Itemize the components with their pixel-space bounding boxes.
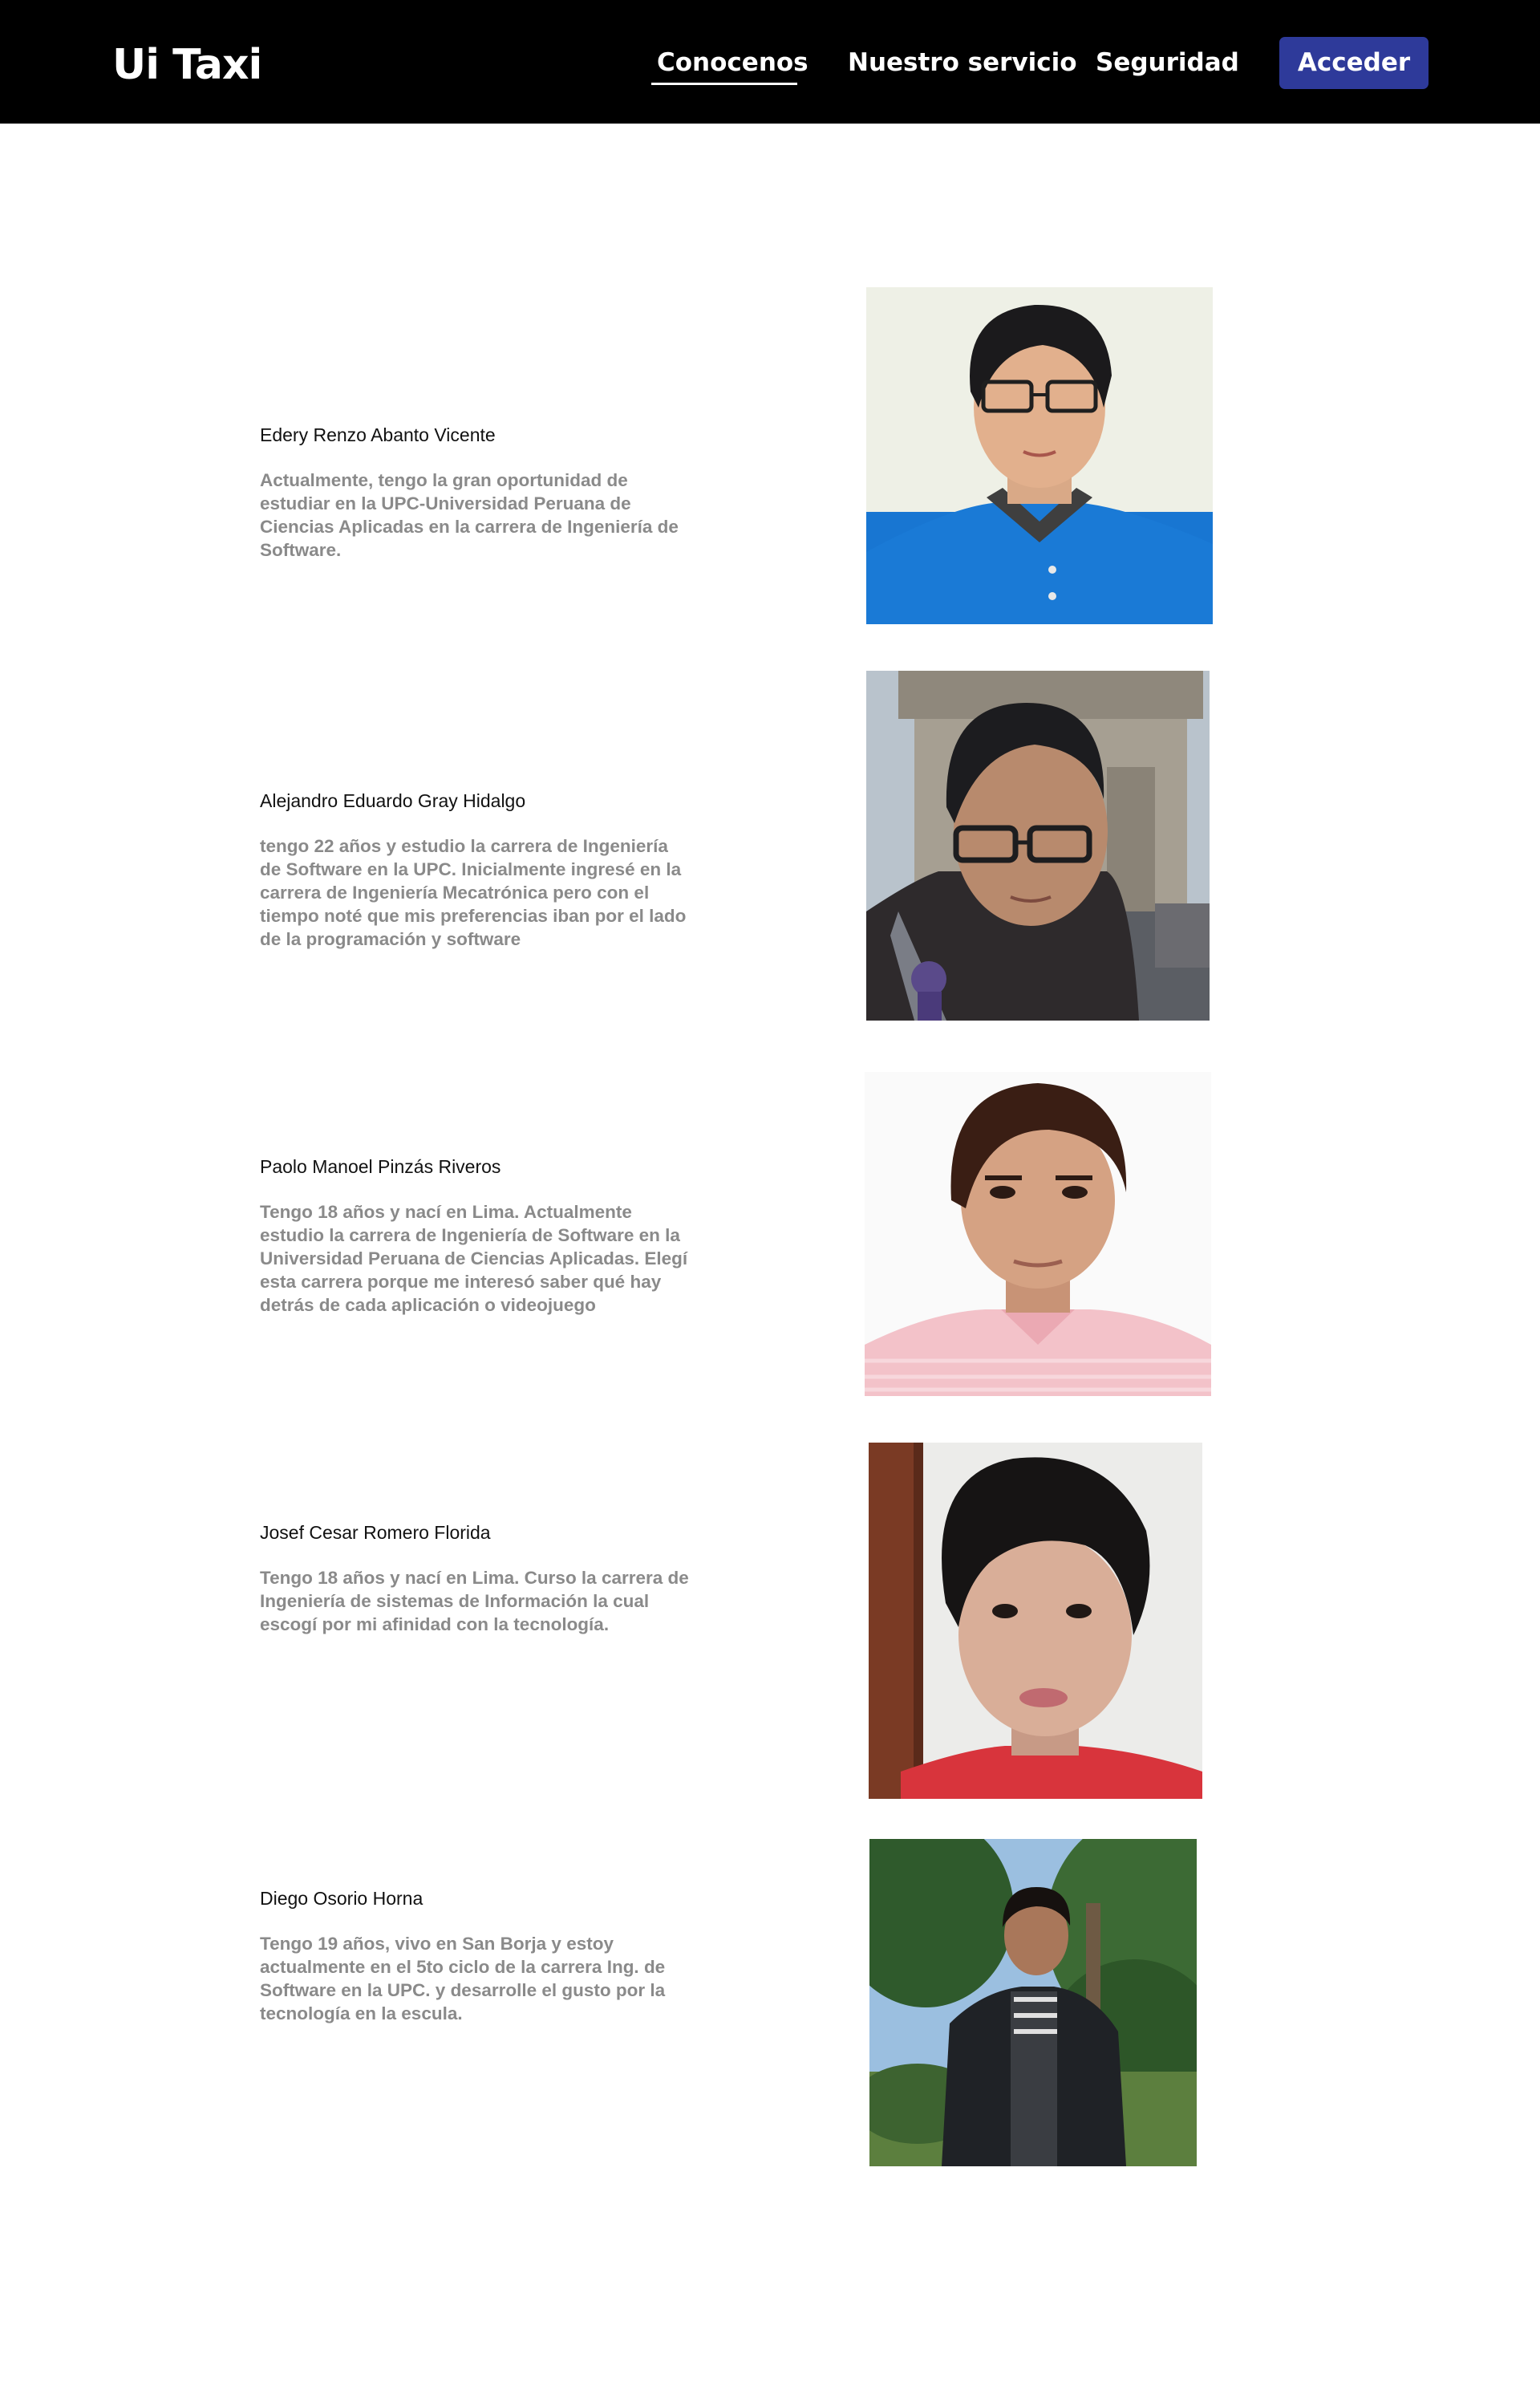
member-bio: Tengo 18 años y nací en Lima. Curso la c… (260, 1568, 689, 1634)
brand-logo-text[interactable]: Ui Taxi (112, 37, 262, 93)
member-photo (869, 1443, 1202, 1799)
top-navbar: Ui Taxi Conocenos Nuestro servicio Segur… (0, 0, 1540, 124)
member-name: Alejandro Eduardo Gray Hidalgo (260, 790, 526, 811)
member-photo (866, 671, 1210, 1021)
nav-link-nuestro-servicio[interactable]: Nuestro servicio (848, 45, 1077, 80)
active-nav-underline (651, 83, 797, 85)
member-bio: Tengo 19 años, vivo en San Borja y estoy… (260, 1934, 666, 2023)
member-photo (869, 1839, 1197, 2166)
nav-link-conocenos[interactable]: Conocenos (657, 45, 808, 80)
about-page: Ui Taxi Conocenos Nuestro servicio Segur… (0, 0, 1540, 2407)
member-bio: Actualmente, tengo la gran oportunidad d… (260, 470, 679, 560)
nav-link-seguridad[interactable]: Seguridad (1096, 45, 1239, 80)
login-button[interactable]: Acceder (1279, 37, 1429, 89)
member-bio: tengo 22 años y estudio la carrera de In… (260, 836, 687, 949)
member-photo (866, 287, 1213, 624)
member-bio: Tengo 18 años y nací en Lima. Actualment… (260, 1202, 688, 1315)
member-name: Josef Cesar Romero Florida (260, 1522, 491, 1543)
member-photo (865, 1072, 1211, 1396)
member-name: Paolo Manoel Pinzás Riveros (260, 1156, 501, 1177)
member-name: Diego Osorio Horna (260, 1888, 424, 1909)
member-name: Edery Renzo Abanto Vicente (260, 424, 496, 445)
